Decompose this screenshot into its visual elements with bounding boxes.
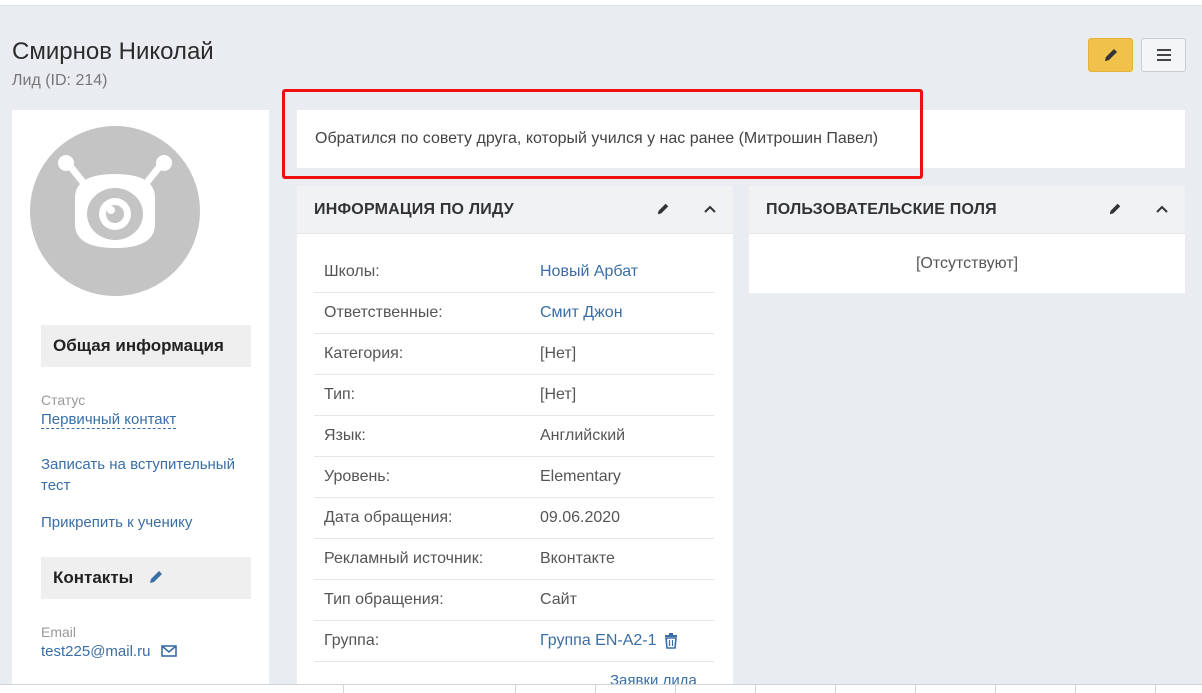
avatar bbox=[30, 126, 200, 296]
row-value[interactable]: Новый Арбат bbox=[540, 263, 638, 281]
lead-info-header: ИНФОРМАЦИЯ ПО ЛИДУ bbox=[297, 186, 733, 234]
table-row: Группа: Группа EN-A2-1 bbox=[314, 621, 714, 662]
row-value: Elementary bbox=[540, 468, 621, 485]
custom-fields-title: ПОЛЬЗОВАТЕЛЬСКИЕ ПОЛЯ bbox=[766, 201, 997, 218]
pencil-icon[interactable] bbox=[148, 569, 164, 585]
row-label: Категория: bbox=[324, 345, 404, 362]
row-value[interactable]: Группа EN-A2-1 bbox=[540, 632, 657, 650]
row-label: Дата обращения: bbox=[324, 509, 453, 526]
table-row: Школы: Новый Арбат bbox=[314, 252, 714, 293]
row-value: [Нет] bbox=[540, 345, 577, 362]
table-row: Тип: [Нет] bbox=[314, 375, 714, 416]
edit-button[interactable] bbox=[1088, 38, 1133, 72]
table-row: Категория: [Нет] bbox=[314, 334, 714, 375]
row-label: Рекламный источник: bbox=[324, 550, 484, 567]
menu-button[interactable] bbox=[1141, 38, 1186, 72]
sidebar-panel: Общая информация Статус Первичный контак… bbox=[12, 110, 269, 693]
general-info-header: Общая информация bbox=[41, 325, 251, 367]
chevron-up-icon[interactable] bbox=[703, 202, 717, 216]
row-value: Сайт bbox=[540, 591, 577, 608]
table-row: Ответственные: Смит Джон bbox=[314, 293, 714, 334]
lead-info-card: ИНФОРМАЦИЯ ПО ЛИДУ Школы: Новый Арбат Отве… bbox=[297, 186, 733, 693]
contacts-header: Контакты bbox=[41, 557, 251, 599]
default-avatar-icon bbox=[30, 126, 200, 296]
row-label: Группа: bbox=[324, 632, 380, 649]
row-label: Школы: bbox=[324, 263, 380, 280]
row-value: 09.06.2020 bbox=[540, 509, 621, 526]
chevron-up-icon[interactable] bbox=[1155, 202, 1169, 216]
highlight-box bbox=[282, 89, 923, 179]
envelope-icon[interactable] bbox=[160, 645, 177, 657]
custom-fields-header: ПОЛЬЗОВАТЕЛЬСКИЕ ПОЛЯ bbox=[749, 186, 1185, 234]
row-label: Ответственные: bbox=[324, 304, 443, 321]
top-strip bbox=[0, 0, 1202, 6]
page-subtitle: Лид (ID: 214) bbox=[12, 72, 108, 89]
email-value-link[interactable]: test225@mail.ru bbox=[41, 643, 150, 660]
table-row: Дата обращения: 09.06.2020 bbox=[314, 498, 714, 539]
attach-student-link[interactable]: Прикрепить к ученику bbox=[41, 514, 192, 531]
hamburger-icon bbox=[1156, 49, 1171, 61]
trash-icon[interactable] bbox=[664, 633, 678, 649]
entrance-test-link[interactable]: Записать на вступительный тест bbox=[41, 456, 235, 494]
row-value: Английский bbox=[540, 427, 626, 444]
email-label: Email bbox=[41, 624, 77, 640]
row-label: Тип обращения: bbox=[324, 591, 444, 608]
row-value: [Нет] bbox=[540, 386, 577, 403]
row-value: Вконтакте bbox=[540, 550, 615, 567]
pencil-icon bbox=[1104, 49, 1117, 61]
status-value-link[interactable]: Первичный контакт bbox=[41, 411, 177, 429]
custom-fields-empty: [Отсутствуют] bbox=[915, 255, 1019, 272]
bottom-table-edge bbox=[0, 684, 1202, 693]
table-row: Уровень: Elementary bbox=[314, 457, 714, 498]
custom-fields-card: ПОЛЬЗОВАТЕЛЬСКИЕ ПОЛЯ [Отсутствуют] bbox=[749, 186, 1185, 293]
row-label: Уровень: bbox=[324, 468, 391, 485]
row-label: Тип: bbox=[324, 386, 356, 403]
table-row: Язык: Английский bbox=[314, 416, 714, 457]
row-label: Язык: bbox=[324, 427, 366, 444]
pencil-icon[interactable] bbox=[656, 202, 670, 216]
lead-info-title: ИНФОРМАЦИЯ ПО ЛИДУ bbox=[314, 201, 514, 218]
table-row: Тип обращения: Сайт bbox=[314, 580, 714, 621]
page-title: Смирнов Николай bbox=[12, 38, 214, 65]
table-row: Рекламный источник: Вконтакте bbox=[314, 539, 714, 580]
contacts-title: Контакты bbox=[53, 568, 134, 587]
pencil-icon[interactable] bbox=[1108, 202, 1122, 216]
status-label: Статус bbox=[41, 392, 86, 408]
row-value[interactable]: Смит Джон bbox=[540, 304, 623, 322]
